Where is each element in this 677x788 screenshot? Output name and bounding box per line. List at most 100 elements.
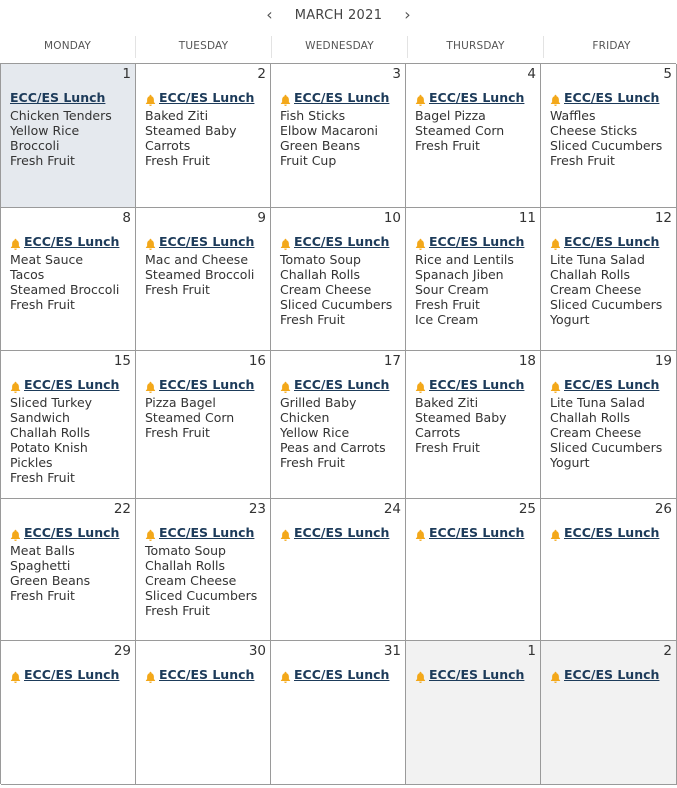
- menu-list: Pizza Bagel Steamed Corn Fresh Fruit: [145, 395, 270, 440]
- menu-list: Meat Balls Spaghetti Green Beans Fresh Frui…: [10, 543, 135, 603]
- event-link[interactable]: ECC/ES Lunch: [294, 90, 389, 105]
- event-link[interactable]: ECC/ES Lunch: [159, 377, 254, 392]
- event-link[interactable]: ECC/ES Lunch: [24, 667, 119, 682]
- event-link[interactable]: ECC/ES Lunch: [429, 667, 524, 682]
- event: ECC/ES Lunch: [10, 233, 135, 250]
- menu-item: Cream Cheese: [145, 573, 237, 588]
- menu-item: Carrots: [145, 138, 191, 153]
- day-cell[interactable]: 16 ECC/ES Lunch Pizza Bagel Steamed Corn Fre…: [136, 351, 271, 499]
- event-link[interactable]: ECC/ES Lunch: [294, 234, 389, 249]
- event-link[interactable]: ECC/ES Lunch: [294, 667, 389, 682]
- menu-item: Baked Ziti: [145, 108, 209, 123]
- day-cell[interactable]: 12 ECC/ES Lunch Lite Tuna Salad Challah Rol…: [541, 208, 677, 351]
- day-cell[interactable]: 1 ECC/ES Lunch: [406, 641, 541, 785]
- event-link[interactable]: ECC/ES Lunch: [24, 377, 119, 392]
- menu-item: Fresh Fruit: [145, 603, 210, 618]
- bell-icon: [550, 91, 561, 106]
- menu-item: Challah Rolls: [550, 267, 631, 282]
- day-cell[interactable]: 26 ECC/ES Lunch: [541, 499, 677, 641]
- day-cell[interactable]: 2 ECC/ES Lunch: [541, 641, 677, 785]
- bell-icon: [280, 91, 291, 106]
- event-link[interactable]: ECC/ES Lunch: [24, 525, 119, 540]
- event: ECC/ES Lunch: [550, 524, 676, 541]
- menu-item: Fresh Fruit: [415, 138, 480, 153]
- menu-item: Sliced Cucumbers: [145, 588, 258, 603]
- day-number: 10: [383, 210, 401, 226]
- day-cell[interactable]: 24 ECC/ES Lunch: [271, 499, 406, 641]
- menu-item: Fresh Fruit: [145, 282, 210, 297]
- menu-item: Yellow Rice: [280, 425, 350, 440]
- menu-item: Elbow Macaroni: [280, 123, 379, 138]
- menu-list: Sliced Turkey Sandwich Challah Rolls Potato…: [10, 395, 135, 485]
- day-cell[interactable]: 11 ECC/ES Lunch Rice and Lentils Spanach Ji…: [406, 208, 541, 351]
- bell-icon: [145, 668, 156, 683]
- event-link[interactable]: ECC/ES Lunch: [159, 234, 254, 249]
- event-link[interactable]: ECC/ES Lunch: [159, 667, 254, 682]
- menu-item: Steamed Broccoli: [10, 282, 120, 297]
- day-cell[interactable]: 4 ECC/ES Lunch Bagel Pizza Steamed Corn Fres…: [406, 64, 541, 208]
- menu-item: Pickles: [10, 455, 53, 470]
- event-link[interactable]: ECC/ES Lunch: [429, 234, 524, 249]
- menu-item: Fresh Fruit: [145, 153, 210, 168]
- menu-item: Yogurt: [550, 312, 590, 327]
- event-link[interactable]: ECC/ES Lunch: [429, 377, 524, 392]
- next-month-button[interactable]: ›: [382, 7, 432, 23]
- menu-item: Lite Tuna Salad: [550, 252, 645, 267]
- event: ECC/ES Lunch: [415, 233, 540, 250]
- menu-item: Fresh Fruit: [415, 440, 480, 455]
- day-cell[interactable]: 2 ECC/ES Lunch Baked Ziti Steamed Baby Carro…: [136, 64, 271, 208]
- menu-item: Fish Sticks: [280, 108, 346, 123]
- day-cell[interactable]: 10 ECC/ES Lunch Tomato Soup Challah Rolls Cr…: [271, 208, 406, 351]
- menu-item: Steamed Corn: [415, 123, 505, 138]
- menu-item: Fresh Fruit: [10, 470, 75, 485]
- event-link[interactable]: ECC/ES Lunch: [24, 234, 119, 249]
- bell-icon: [10, 235, 21, 250]
- day-cell[interactable]: 23 ECC/ES Lunch Tomato Soup Challah Rolls Cr…: [136, 499, 271, 641]
- day-number: 17: [383, 353, 401, 369]
- event: ECC/ES Lunch: [415, 524, 540, 541]
- day-cell[interactable]: 8 ECC/ES Lunch Meat Sauce Tacos Steamed Broc…: [1, 208, 136, 351]
- event-link[interactable]: ECC/ES Lunch: [159, 90, 254, 105]
- event-link[interactable]: ECC/ES Lunch: [159, 525, 254, 540]
- day-cell[interactable]: 30 ECC/ES Lunch: [136, 641, 271, 785]
- menu-item: Lite Tuna Salad: [550, 395, 645, 410]
- menu-item: Spaghetti: [10, 558, 71, 573]
- day-cell[interactable]: 3 ECC/ES Lunch Fish Sticks Elbow Macaroni Gr…: [271, 64, 406, 208]
- menu-item: Meat Sauce: [10, 252, 84, 267]
- day-cell[interactable]: 19 ECC/ES Lunch Lite Tuna Salad Challah Rol…: [541, 351, 677, 499]
- event-link[interactable]: ECC/ES Lunch: [564, 377, 659, 392]
- menu-list: Baked Ziti Steamed Baby Carrots Fresh Fruit: [415, 395, 540, 455]
- event-link[interactable]: ECC/ES Lunch: [429, 90, 524, 105]
- prev-month-button[interactable]: ‹: [244, 7, 294, 23]
- event-link[interactable]: ECC/ES Lunch: [294, 377, 389, 392]
- day-number: 31: [383, 643, 401, 659]
- day-cell[interactable]: 18 ECC/ES Lunch Baked Ziti Steamed Baby Carr…: [406, 351, 541, 499]
- menu-item: Fresh Fruit: [10, 297, 75, 312]
- day-cell[interactable]: 25 ECC/ES Lunch: [406, 499, 541, 641]
- event-link[interactable]: ECC/ES Lunch: [564, 234, 659, 249]
- day-cell[interactable]: 31 ECC/ES Lunch: [271, 641, 406, 785]
- day-cell[interactable]: 15 ECC/ES Lunch Sliced Turkey Sandwich Chall…: [1, 351, 136, 499]
- day-cell[interactable]: 29 ECC/ES Lunch: [1, 641, 136, 785]
- menu-item: Fresh Fruit: [10, 153, 75, 168]
- event-link[interactable]: ECC/ES Lunch: [564, 525, 659, 540]
- menu-list: Lite Tuna Salad Challah Rolls Cream Cheese…: [550, 252, 676, 327]
- bell-icon: [415, 378, 426, 393]
- menu-item: Sliced Turkey: [10, 395, 93, 410]
- event-link[interactable]: ECC/ES Lunch: [294, 525, 389, 540]
- day-cell[interactable]: 1 ECC/ES Lunch Chicken Tenders Yellow Rice B…: [1, 64, 136, 208]
- menu-item: Potato Knish: [10, 440, 88, 455]
- event-link[interactable]: ECC/ES Lunch: [564, 667, 659, 682]
- menu-item: Sour Cream: [415, 282, 489, 297]
- day-cell[interactable]: 9 ECC/ES Lunch Mac and Cheese Steamed Brocc…: [136, 208, 271, 351]
- day-cell[interactable]: 5 ECC/ES Lunch Waffles Cheese Sticks Sliced …: [541, 64, 677, 208]
- day-cell[interactable]: 22 ECC/ES Lunch Meat Balls Spaghetti Green B…: [1, 499, 136, 641]
- event-link[interactable]: ECC/ES Lunch: [564, 90, 659, 105]
- menu-item: Steamed Baby: [145, 123, 237, 138]
- menu-item: Fresh Fruit: [280, 312, 345, 327]
- day-cell[interactable]: 17 ECC/ES Lunch Grilled Baby Chicken Yellow …: [271, 351, 406, 499]
- event-link[interactable]: ECC/ES Lunch: [429, 525, 524, 540]
- menu-item: Baked Ziti: [415, 395, 479, 410]
- event: ECC/ES Lunch: [145, 666, 270, 683]
- event-link[interactable]: ECC/ES Lunch: [10, 90, 105, 105]
